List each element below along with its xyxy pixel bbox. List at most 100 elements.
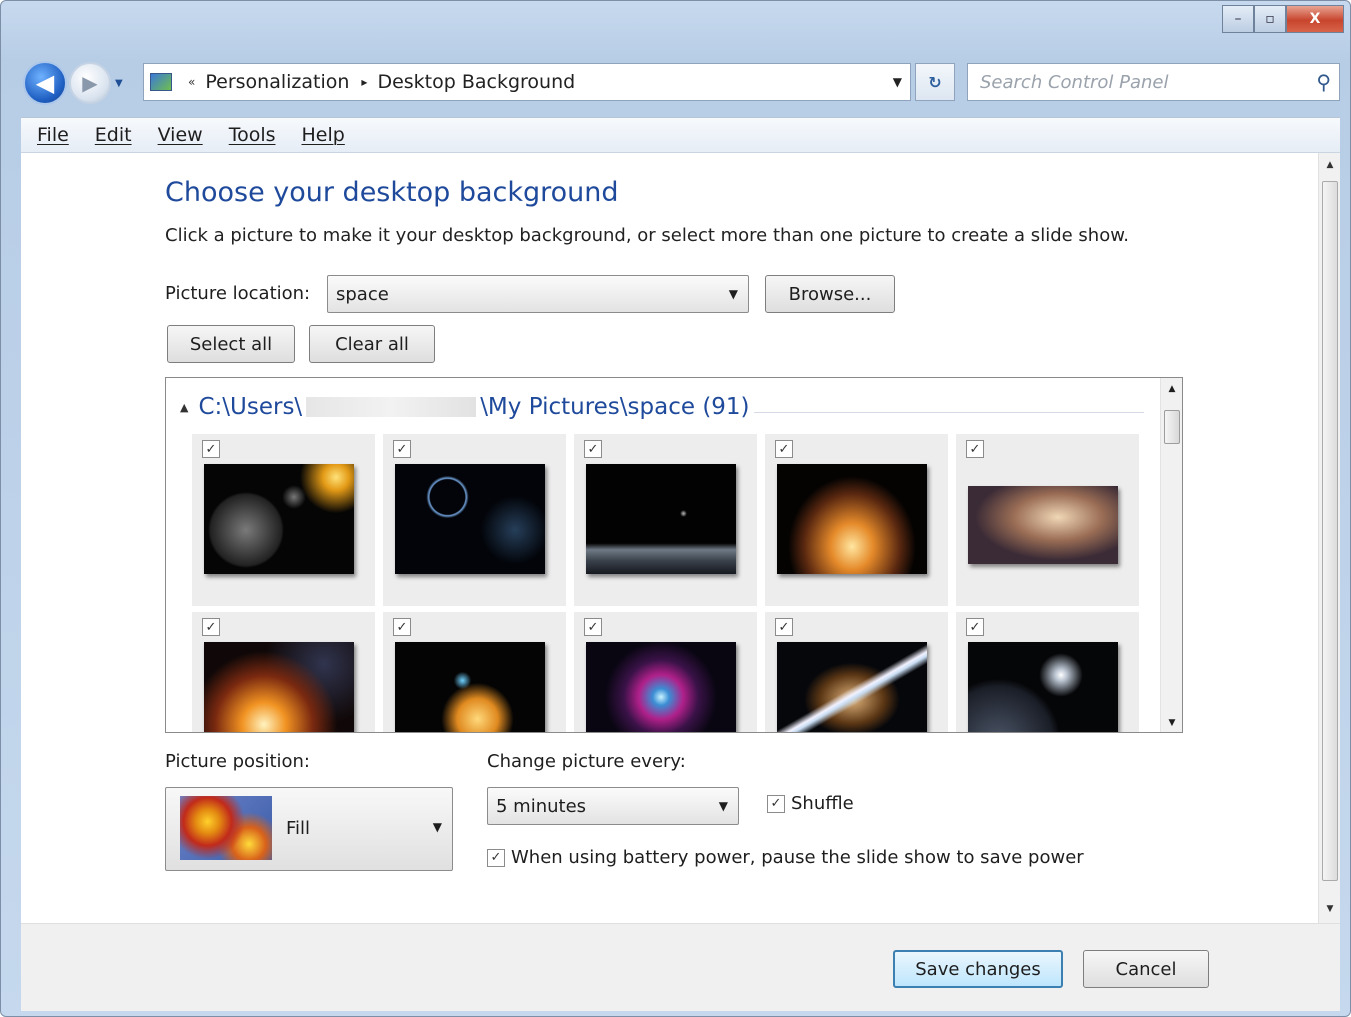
scroll-thumb[interactable] bbox=[1164, 410, 1180, 444]
maximize-button[interactable]: ▫ bbox=[1254, 5, 1286, 33]
change-interval-value: 5 minutes bbox=[496, 795, 587, 817]
battery-pause-label: When using battery power, pause the slid… bbox=[511, 847, 1084, 868]
chevron-down-icon: ▼ bbox=[432, 820, 442, 834]
picture-thumbnail[interactable] bbox=[968, 642, 1118, 732]
picture-checkbox[interactable]: ✓ bbox=[393, 618, 411, 636]
picture-checkbox[interactable]: ✓ bbox=[584, 618, 602, 636]
refresh-button[interactable]: ↻ bbox=[915, 63, 955, 101]
picture-tile[interactable]: ✓ bbox=[574, 434, 757, 606]
back-button[interactable]: ◀ bbox=[23, 61, 67, 105]
content-pane: Choose your desktop background Click a p… bbox=[21, 153, 1340, 923]
checkbox-checked-icon[interactable]: ✓ bbox=[767, 794, 785, 813]
picture-thumbnail[interactable] bbox=[204, 642, 354, 732]
picture-position-value: Fill bbox=[286, 818, 311, 839]
picture-position-select[interactable]: Fill ▼ bbox=[165, 787, 453, 871]
picture-checkbox[interactable]: ✓ bbox=[202, 440, 220, 458]
picture-tile[interactable]: ✓ bbox=[192, 434, 375, 606]
forward-arrow-icon: ▶ bbox=[82, 71, 98, 95]
forward-button[interactable]: ▶ bbox=[69, 62, 111, 104]
chevron-down-icon: ▼ bbox=[718, 799, 728, 813]
cancel-button[interactable]: Cancel bbox=[1083, 950, 1209, 988]
picture-thumbnail[interactable] bbox=[777, 464, 927, 574]
picture-thumbnail[interactable] bbox=[204, 464, 354, 574]
address-dropdown-icon[interactable]: ▼ bbox=[893, 75, 902, 89]
control-panel-icon bbox=[150, 73, 172, 91]
chevron-down-icon: ▼ bbox=[728, 287, 738, 301]
caption-buttons: – ▫ X bbox=[1222, 5, 1344, 33]
folder-path-prefix: C:\Users\ bbox=[198, 394, 303, 420]
picture-thumbnail[interactable] bbox=[395, 464, 545, 574]
menu-tools[interactable]: Tools bbox=[229, 124, 276, 146]
menu-view[interactable]: View bbox=[158, 124, 203, 146]
clear-all-button[interactable]: Clear all bbox=[309, 325, 435, 363]
save-changes-button[interactable]: Save changes bbox=[893, 950, 1063, 988]
picture-checkbox[interactable]: ✓ bbox=[966, 440, 984, 458]
select-all-button[interactable]: Select all bbox=[167, 325, 295, 363]
picture-location-select[interactable]: space ▼ bbox=[327, 275, 749, 313]
content-scrollbar[interactable]: ▲ ▼ bbox=[1318, 153, 1340, 923]
change-interval-select[interactable]: 5 minutes ▼ bbox=[487, 787, 739, 825]
breadcrumb-desktop-background[interactable]: Desktop Background bbox=[377, 71, 575, 93]
picture-checkbox[interactable]: ✓ bbox=[775, 440, 793, 458]
search-input[interactable]: Search Control Panel ⚲ bbox=[967, 63, 1340, 101]
picture-tile[interactable]: ✓ bbox=[956, 434, 1139, 606]
back-arrow-icon: ◀ bbox=[35, 69, 55, 97]
picture-checkbox[interactable]: ✓ bbox=[966, 618, 984, 636]
navigation-bar: ◀ ▶ ▼ « Personalization ▸ Desktop Backgr… bbox=[23, 61, 1340, 105]
picture-tile[interactable]: ✓ bbox=[956, 612, 1139, 732]
picture-checkbox[interactable]: ✓ bbox=[393, 440, 411, 458]
picture-checkbox[interactable]: ✓ bbox=[202, 618, 220, 636]
picture-tile[interactable]: ✓ bbox=[765, 612, 948, 732]
checkbox-checked-icon[interactable]: ✓ bbox=[487, 848, 505, 867]
menu-help[interactable]: Help bbox=[302, 124, 345, 146]
picture-checkbox[interactable]: ✓ bbox=[584, 440, 602, 458]
change-picture-label: Change picture every: bbox=[487, 751, 686, 772]
refresh-icon: ↻ bbox=[928, 72, 942, 92]
menu-bar: File Edit View Tools Help bbox=[21, 117, 1340, 153]
picture-location-label: Picture location: bbox=[165, 283, 311, 304]
close-button[interactable]: X bbox=[1286, 5, 1344, 33]
scroll-down-icon[interactable]: ▼ bbox=[1161, 714, 1182, 732]
scroll-down-icon[interactable]: ▼ bbox=[1319, 899, 1341, 919]
minimize-button[interactable]: – bbox=[1222, 5, 1254, 33]
address-bar[interactable]: « Personalization ▸ Desktop Background ▼ bbox=[143, 63, 911, 101]
dialog-footer: Save changes Cancel bbox=[21, 923, 1340, 1011]
folder-group-header[interactable]: ▲ C:\Users\ \My Pictures\space (91) bbox=[180, 394, 750, 420]
group-divider bbox=[754, 412, 1144, 413]
picture-thumbnail[interactable] bbox=[586, 642, 736, 732]
breadcrumb-separator-icon[interactable]: ▸ bbox=[361, 75, 367, 89]
breadcrumb-overflow-icon[interactable]: « bbox=[188, 75, 195, 89]
picture-tile[interactable]: ✓ bbox=[192, 612, 375, 732]
browse-button[interactable]: Browse... bbox=[765, 275, 895, 313]
collapse-icon[interactable]: ▲ bbox=[180, 401, 188, 414]
scroll-up-icon[interactable]: ▲ bbox=[1161, 380, 1182, 398]
picture-thumbnail[interactable] bbox=[968, 486, 1118, 564]
picture-location-value: space bbox=[336, 283, 389, 305]
picture-tile[interactable]: ✓ bbox=[765, 434, 948, 606]
explorer-window: – ▫ X ◀ ▶ ▼ « Personalization ▸ Desktop … bbox=[0, 0, 1351, 1017]
search-icon[interactable]: ⚲ bbox=[1316, 70, 1331, 94]
shuffle-checkbox[interactable]: ✓ Shuffle bbox=[767, 793, 854, 814]
recent-pages-dropdown-icon[interactable]: ▼ bbox=[115, 78, 123, 89]
gallery-scrollbar[interactable]: ▲ ▼ bbox=[1160, 378, 1182, 732]
breadcrumb-personalization[interactable]: Personalization bbox=[205, 71, 349, 93]
scroll-up-icon[interactable]: ▲ bbox=[1319, 155, 1341, 175]
picture-thumbnail[interactable] bbox=[586, 464, 736, 574]
page-description: Click a picture to make it your desktop … bbox=[165, 225, 1130, 246]
menu-file[interactable]: File bbox=[37, 124, 69, 146]
picture-position-label: Picture position: bbox=[165, 751, 310, 772]
picture-gallery[interactable]: ▲ C:\Users\ \My Pictures\space (91) ✓ ✓ … bbox=[165, 377, 1183, 733]
picture-checkbox[interactable]: ✓ bbox=[775, 618, 793, 636]
redacted-username bbox=[306, 397, 477, 417]
picture-grid: ✓ ✓ ✓ ✓ ✓ ✓ ✓ ✓ ✓ ✓ bbox=[192, 434, 1139, 732]
folder-path-suffix: \My Pictures\space (91) bbox=[480, 394, 750, 420]
picture-thumbnail[interactable] bbox=[777, 642, 927, 732]
scroll-thumb[interactable] bbox=[1322, 181, 1338, 881]
picture-tile[interactable]: ✓ bbox=[574, 612, 757, 732]
picture-tile[interactable]: ✓ bbox=[383, 434, 566, 606]
picture-thumbnail[interactable] bbox=[395, 642, 545, 732]
page-title: Choose your desktop background bbox=[165, 177, 619, 208]
menu-edit[interactable]: Edit bbox=[95, 124, 132, 146]
battery-pause-checkbox[interactable]: ✓ When using battery power, pause the sl… bbox=[487, 847, 1084, 868]
picture-tile[interactable]: ✓ bbox=[383, 612, 566, 732]
